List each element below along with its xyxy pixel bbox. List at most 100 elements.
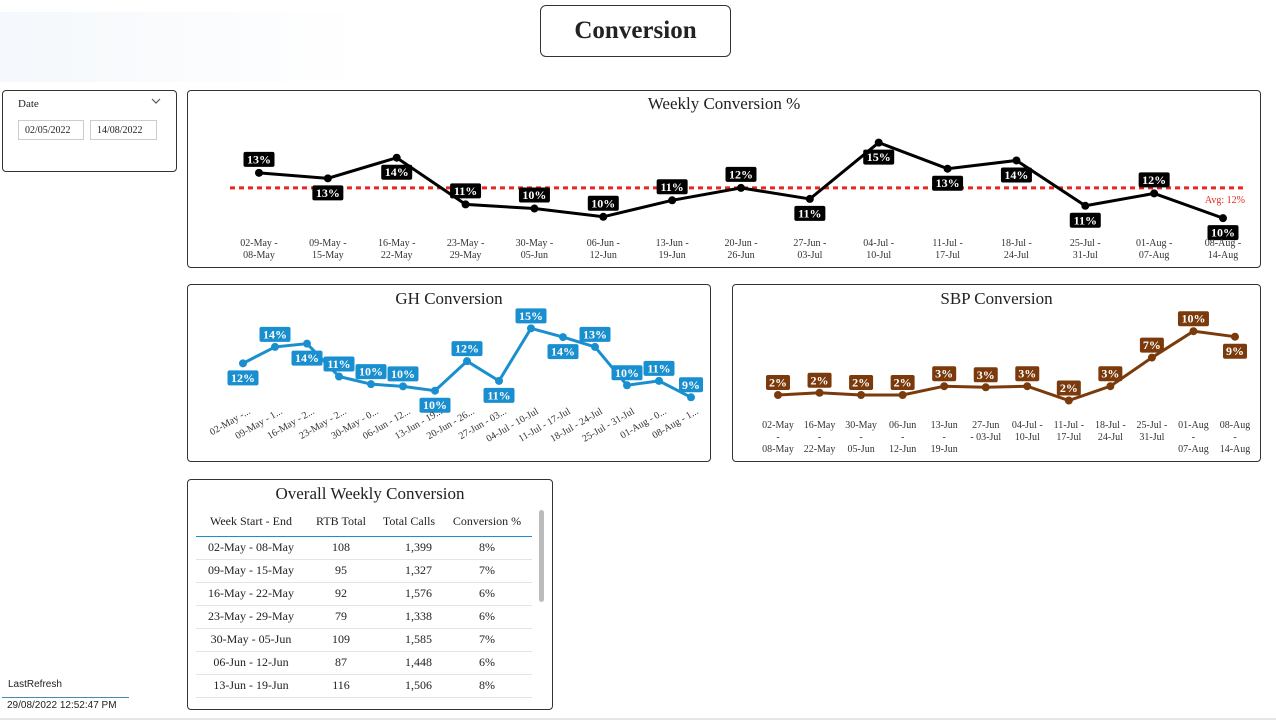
- x-tick-label: 01-Aug -07-Aug: [1136, 238, 1172, 261]
- x-tick-label: 23-May -29-May: [447, 238, 485, 261]
- data-label: 11%: [798, 206, 821, 220]
- header-background: [0, 12, 365, 82]
- series-line: [777, 329, 1236, 403]
- table-row[interactable]: 16-May - 22-May 92 1,576 6%: [196, 582, 532, 605]
- table-cell: 1,585: [405, 632, 432, 646]
- data-point: [461, 200, 470, 209]
- x-tick-label: 25-Jul -31-Jul: [1136, 420, 1167, 443]
- data-label: 10%: [522, 188, 546, 202]
- table-cell: 30-May - 05-Jun: [210, 632, 292, 646]
- data-point: [805, 194, 814, 203]
- column-header[interactable]: Total Calls: [376, 508, 442, 536]
- data-point: [874, 138, 883, 147]
- data-label: 11%: [660, 180, 683, 194]
- data-label: 14%: [1004, 168, 1028, 182]
- data-point: [1081, 201, 1090, 210]
- table-cell: 116: [332, 678, 350, 692]
- table-cell: 8%: [479, 540, 495, 554]
- data-point: [898, 391, 907, 399]
- data-label: 3%: [1101, 367, 1119, 381]
- data-point: [392, 153, 401, 162]
- column-header[interactable]: Conversion %: [442, 508, 532, 536]
- x-tick-label: 27-Jun - 03-Jul: [970, 420, 1001, 443]
- table-row[interactable]: 30-May - 05-Jun 109 1,585 7%: [196, 628, 532, 651]
- data-label: 10%: [391, 367, 415, 381]
- x-tick-label: 08-Aug -14-Aug: [1220, 420, 1251, 455]
- x-tick-label: 09-May -15-May: [309, 238, 347, 261]
- data-point: [981, 383, 990, 392]
- column-header[interactable]: Week Start - End: [196, 508, 306, 536]
- column-header[interactable]: RTB Total: [306, 508, 376, 536]
- data-point: [559, 333, 567, 342]
- data-label: 11%: [327, 357, 350, 371]
- table-cell: 1,338: [405, 609, 432, 623]
- table-cell: 92: [335, 586, 347, 600]
- x-tick-label: 04-Jul -10-Jul: [1012, 420, 1043, 443]
- data-point: [463, 357, 471, 366]
- data-label: 12%: [231, 371, 255, 385]
- data-point: [1189, 327, 1198, 336]
- data-point: [335, 372, 343, 381]
- last-refresh-divider: [2, 697, 129, 698]
- x-tick-label: 16-May -22-May: [378, 238, 416, 261]
- table-cell: 6%: [479, 586, 495, 600]
- data-point: [1106, 382, 1115, 391]
- data-point: [668, 196, 677, 205]
- gh-conversion-panel: GH Conversion 12% 14% 14% 11% 10% 10% 10% 12% 11…: [187, 284, 711, 462]
- table-cell: 1,576: [405, 586, 432, 600]
- weekly-conversion-chart: Avg: 12% 13% 13% 14% 11% 10% 10% 11% 12% 11% 15% 13…: [230, 138, 1246, 261]
- x-tick-label: 02-May -08-May: [762, 420, 794, 455]
- overall-weekly-table-panel: Overall Weekly Conversion Week Start - E…: [187, 479, 553, 710]
- data-label: 14%: [295, 351, 319, 365]
- data-point: [527, 324, 535, 333]
- data-point: [431, 386, 439, 395]
- data-label: 10%: [591, 196, 615, 210]
- table-row[interactable]: 02-May - 08-May 108 1,399 8%: [196, 536, 532, 559]
- table-cell: 16-May - 22-May: [208, 586, 294, 600]
- data-label: 12%: [1142, 173, 1166, 187]
- table-cell: 8%: [479, 678, 495, 692]
- data-point: [1023, 382, 1032, 391]
- date-slicer[interactable]: Date 02/05/2022 14/08/2022: [2, 90, 177, 172]
- data-label: 2%: [894, 376, 912, 390]
- data-label: 9%: [682, 378, 700, 392]
- x-tick-label: 13-Jun -19-Jun: [931, 420, 958, 455]
- table-row[interactable]: 13-Jun - 19-Jun 116 1,506 8%: [196, 674, 532, 697]
- data-label: 3%: [977, 368, 995, 382]
- data-point: [940, 382, 949, 391]
- table-row[interactable]: 23-May - 29-May 79 1,338 6%: [196, 605, 532, 628]
- end-date-input[interactable]: 14/08/2022: [90, 120, 157, 140]
- x-tick-label: 11-Jul -17-Jul: [1054, 420, 1084, 443]
- data-label: 11%: [454, 184, 477, 198]
- x-tick-label: 30-May -05-Jun: [845, 420, 877, 455]
- data-label: 7%: [1143, 338, 1161, 352]
- table-scrollbar[interactable]: [539, 510, 544, 602]
- data-label: 2%: [852, 376, 870, 390]
- data-point: [815, 388, 824, 397]
- bottom-divider: [0, 718, 1276, 720]
- x-tick-label: 11-Jul -17-Jul: [932, 238, 962, 261]
- table-row[interactable]: 06-Jun - 12-Jun 87 1,448 6%: [196, 651, 532, 674]
- table-cell: 1,448: [405, 655, 432, 669]
- data-label: 3%: [1018, 367, 1036, 381]
- sbp-conversion-chart: 2% 2% 2% 2% 3% 3% 3% 2% 3% 7% 10% 9% 02-May -08-May 16…: [762, 311, 1251, 455]
- data-point: [1012, 156, 1021, 165]
- chevron-down-icon[interactable]: [151, 96, 161, 108]
- table-cell: 13-Jun - 19-Jun: [213, 678, 289, 692]
- table-cell: 7%: [479, 632, 495, 646]
- x-tick-label: 18-Jul -24-Jul: [1001, 238, 1032, 261]
- x-tick-label: 30-May -05-Jun: [516, 238, 554, 261]
- table-cell: 6%: [479, 655, 495, 669]
- data-point: [599, 212, 608, 221]
- x-tick-label: 01-Aug -07-Aug: [1178, 420, 1209, 455]
- data-point: [495, 376, 503, 385]
- x-tick-label: 06-Jun -12-Jun: [587, 238, 620, 261]
- data-point: [239, 359, 247, 368]
- data-label: 9%: [1226, 344, 1244, 358]
- start-date-input[interactable]: 02/05/2022: [18, 120, 84, 140]
- data-point: [623, 381, 631, 390]
- data-point: [687, 393, 695, 402]
- table-row[interactable]: 09-May - 15-May 95 1,327 7%: [196, 559, 532, 582]
- data-point: [1150, 189, 1159, 198]
- data-label: 13%: [583, 327, 607, 341]
